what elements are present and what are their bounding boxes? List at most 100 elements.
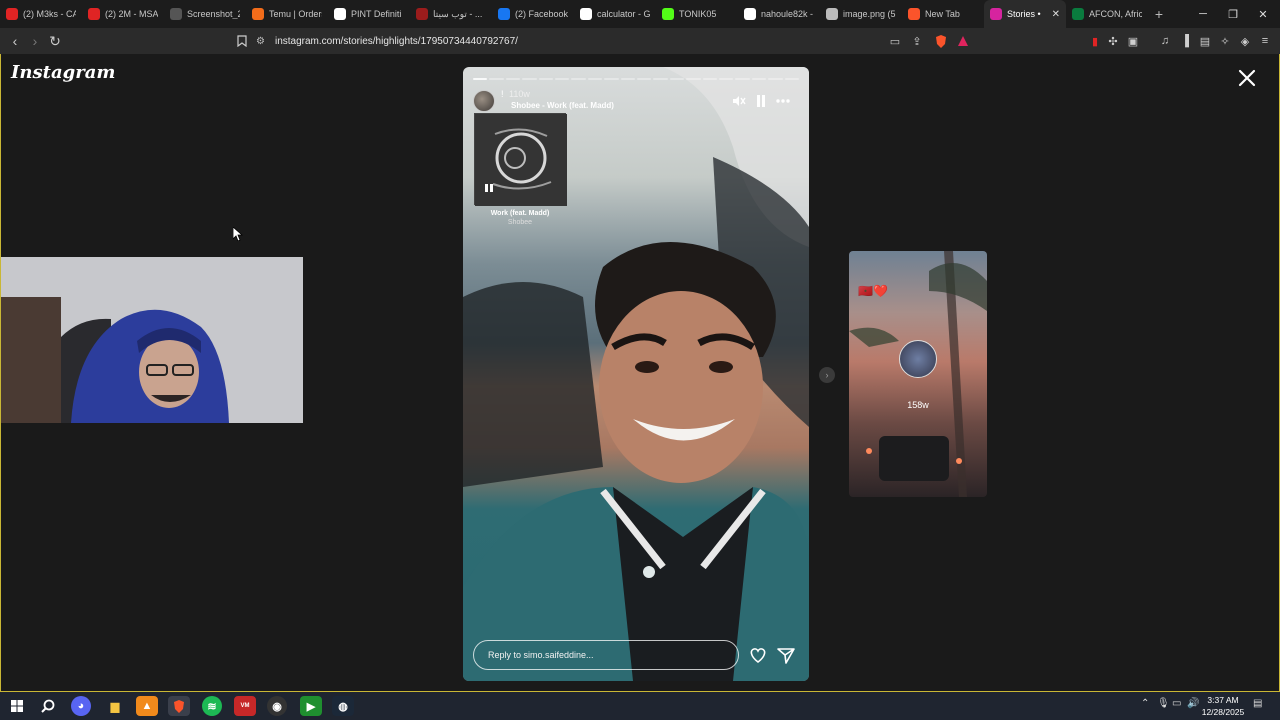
notifications-icon[interactable]: ▤	[1253, 698, 1262, 709]
site-info-icon[interactable]: ⚙	[256, 36, 265, 47]
progress-segment	[702, 78, 717, 80]
brave-rewards-icon[interactable]	[954, 32, 972, 50]
more-options-icon[interactable]	[775, 93, 791, 109]
globe-icon	[826, 8, 838, 20]
youtube-icon	[88, 8, 100, 20]
youtube-icon	[6, 8, 18, 20]
vpn-icon[interactable]: ◈	[1236, 32, 1254, 50]
instagram-icon	[990, 8, 1002, 20]
tab-label: (2) Facebook	[515, 9, 568, 19]
facebook-icon	[498, 8, 510, 20]
browser-tab[interactable]: (2) Facebook	[492, 0, 574, 28]
browser-tab[interactable]: AFCON, Afric	[1066, 0, 1148, 28]
next-story-preview[interactable]: 🇲🇦❤️ 158w	[849, 251, 987, 497]
browser-tab[interactable]: PINT Definiti	[328, 0, 410, 28]
progress-segment	[555, 78, 570, 80]
start-icon[interactable]	[6, 696, 28, 716]
vlc-icon[interactable]: ▲	[136, 696, 158, 716]
next-story-timestamp: 158w	[907, 400, 929, 410]
cast-icon[interactable]: ▭	[886, 32, 904, 50]
music-sticker[interactable]	[474, 113, 567, 206]
minimize-button[interactable]: ─	[1188, 0, 1218, 28]
leo-ai-icon[interactable]: ✧	[1216, 32, 1234, 50]
tab-label: PINT Definiti	[351, 9, 402, 19]
steam-icon[interactable]: ◍	[332, 696, 354, 716]
tab-label: image.png (5	[843, 9, 896, 19]
progress-segment	[686, 78, 701, 80]
progress-segment	[538, 78, 553, 80]
network-icon[interactable]: ▭	[1172, 698, 1181, 709]
pause-icon[interactable]	[753, 93, 769, 109]
obs-icon[interactable]: ◉	[267, 696, 287, 716]
globe-icon	[170, 8, 182, 20]
temu-icon	[252, 8, 264, 20]
tray-overflow-icon[interactable]: ⌃	[1141, 698, 1149, 709]
progress-segment	[653, 78, 668, 80]
next-story-arrow-icon[interactable]: ›	[819, 367, 835, 383]
media-icon[interactable]: ♫	[1156, 32, 1174, 50]
discord-icon[interactable]: ◕	[71, 696, 91, 716]
menu-icon[interactable]: ≡	[1256, 32, 1274, 50]
album-title: Work (feat. Madd)	[490, 210, 550, 217]
album-artist: Shobee	[507, 219, 533, 226]
browser-tab[interactable]: nahoule82k -	[738, 0, 820, 28]
close-tab-icon[interactable]: ✕	[1052, 9, 1060, 20]
browser-tab[interactable]: توب سيتا - ...	[410, 0, 492, 28]
browser-tab[interactable]: (2) M3ks - CA	[0, 0, 82, 28]
voicemod-icon[interactable]: VM	[234, 696, 256, 716]
story-viewer[interactable]: ! 110w Shobee - Work (feat. Madd) Work (	[463, 67, 809, 681]
browser-tab[interactable]: (2) 2M - MSAK	[82, 0, 164, 28]
browser-tab[interactable]: New Tab	[902, 0, 984, 28]
search-icon[interactable]	[37, 696, 59, 716]
browser-tab[interactable]: calculator - G	[574, 0, 656, 28]
globe-icon	[1072, 8, 1084, 20]
system-clock[interactable]: 3:37 AM 12/28/2025	[1198, 694, 1248, 718]
forward-button[interactable]: ›	[25, 31, 45, 51]
spotify-icon[interactable]: ≋	[202, 696, 222, 716]
site-icon	[416, 8, 428, 20]
tabs-container: (2) M3ks - CA (2) 2M - MSAK Screenshot_2 Te…	[0, 0, 1148, 28]
tab-label: New Tab	[925, 9, 960, 19]
new-tab-button[interactable]: +	[1148, 0, 1170, 28]
progress-segment	[751, 78, 767, 80]
story-timestamp: 110w	[509, 89, 530, 99]
share-send-icon[interactable]	[776, 645, 796, 665]
reload-button[interactable]: ↻	[45, 31, 65, 51]
screenshot-icon[interactable]: ▣	[1124, 32, 1142, 50]
reply-input[interactable]: Reply to simo.saifeddine...	[473, 640, 739, 670]
url-field[interactable]: ⚙ instagram.com/stories/highlights/17950…	[256, 31, 976, 51]
muted-speaker-icon[interactable]	[731, 93, 747, 109]
progress-segment	[735, 78, 750, 80]
close-window-button[interactable]: ✕	[1248, 0, 1278, 28]
progress-segment	[620, 78, 635, 80]
browser-tab[interactable]: image.png (5	[820, 0, 902, 28]
share-icon[interactable]: ⇪	[908, 32, 926, 50]
recording-icon[interactable]: ▮	[1086, 32, 1104, 50]
browser-tab[interactable]: Screenshot_2	[164, 0, 246, 28]
brave-icon[interactable]	[168, 696, 190, 716]
browser-tab[interactable]: Stories • ✕	[984, 0, 1066, 28]
progress-segment	[784, 78, 799, 80]
back-button[interactable]: ‹	[5, 31, 25, 51]
microphone-icon[interactable]: 🎙	[1157, 698, 1170, 709]
browser-tab[interactable]: Temu | Orders	[246, 0, 328, 28]
bookmark-icon[interactable]	[232, 31, 252, 51]
close-stories-button[interactable]	[1237, 68, 1257, 88]
extensions-icon[interactable]: ✣	[1104, 32, 1122, 50]
song-attribution[interactable]: Shobee - Work (feat. Madd)	[511, 101, 614, 110]
maximize-button[interactable]: ❐	[1218, 0, 1248, 28]
url-text: instagram.com/stories/highlights/1795073…	[274, 35, 518, 47]
instagram-page: Instagram ! 110w Shobee - Work (feat. Ma…	[0, 54, 1280, 692]
like-heart-icon[interactable]	[748, 645, 768, 665]
story-header: ! 110w Shobee - Work (feat. Madd)	[473, 89, 799, 113]
file-explorer-icon[interactable]: ▆	[104, 696, 126, 716]
avatar[interactable]	[473, 90, 495, 112]
brave-shields-icon[interactable]	[932, 32, 950, 50]
wallet-icon[interactable]: ▤	[1196, 32, 1214, 50]
kick-icon	[662, 8, 674, 20]
sidebar-icon[interactable]: ▐	[1176, 32, 1194, 50]
browser-tab[interactable]: TONIK05	[656, 0, 738, 28]
instagram-logo[interactable]: Instagram	[11, 62, 115, 83]
terminal-icon[interactable]: ▶	[300, 696, 322, 716]
tab-label: AFCON, Afric	[1089, 9, 1142, 19]
